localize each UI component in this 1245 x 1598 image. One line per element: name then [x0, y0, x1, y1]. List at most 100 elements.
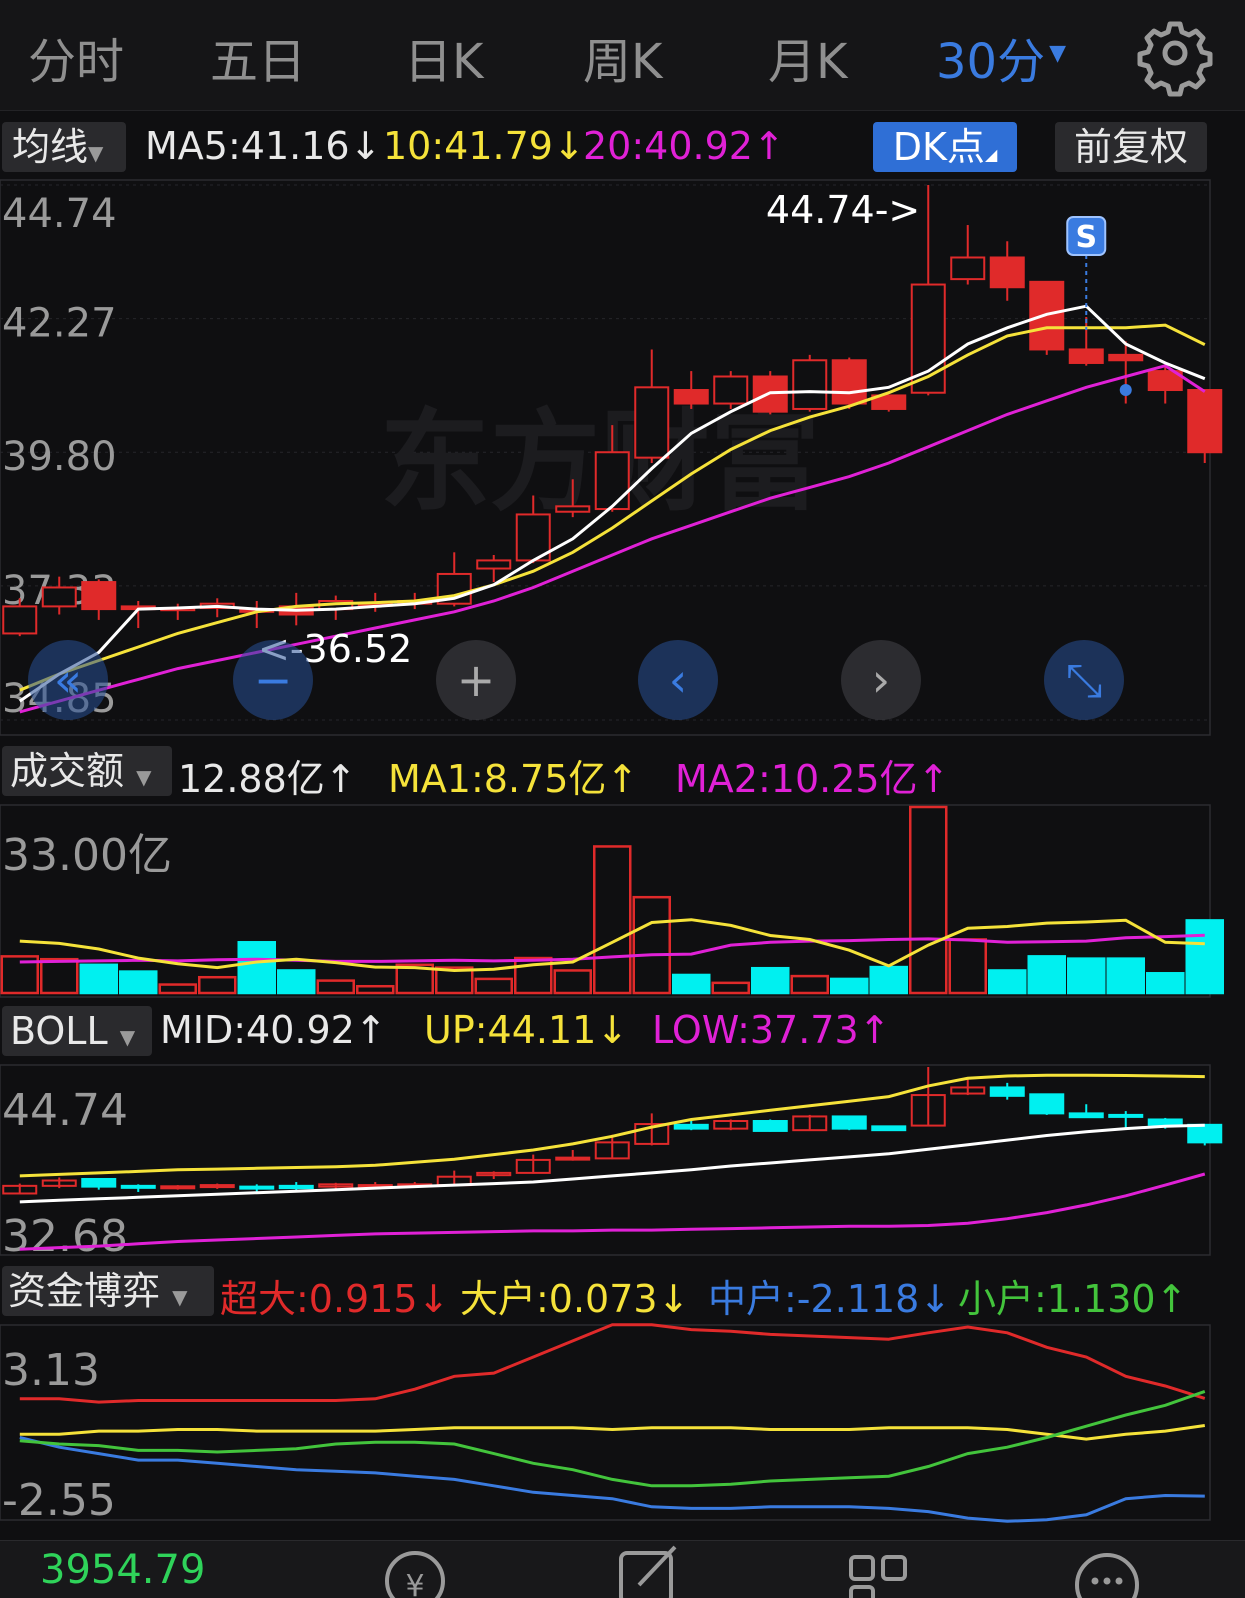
tab-30min[interactable]: 30分 ▼ — [936, 22, 1066, 92]
candle-up — [634, 386, 670, 459]
candle-up — [2, 605, 38, 635]
volume-bar-down — [751, 966, 790, 995]
candle-up — [792, 359, 828, 410]
tab-weekly-k[interactable]: 周K — [583, 22, 662, 92]
ma20-value: 20:40.92↑ — [583, 124, 785, 168]
chevron-down-icon: ▼ — [136, 765, 152, 789]
forward-adjust-button[interactable]: 前复权 — [1055, 122, 1207, 172]
zoom-in-icon: + — [457, 653, 496, 707]
volume-bar-down — [1106, 957, 1145, 995]
tab-daily-k[interactable]: 日K — [404, 22, 483, 92]
y-tick-label: 42.27 — [2, 301, 117, 347]
y-tick-label: 44.74 — [2, 1085, 128, 1136]
boll-candle-down — [871, 1125, 907, 1132]
candle-down — [989, 256, 1025, 289]
boll-candle-down — [120, 1184, 156, 1189]
fullscreen-icon: ⤡ — [1066, 653, 1103, 707]
boll-selector[interactable]: BOLL ▼ — [2, 1006, 152, 1056]
volume-bar-up — [632, 895, 671, 995]
boll-candle-down — [752, 1120, 788, 1132]
mid-holder-value: 中户:-2.118↓ — [708, 1277, 952, 1321]
ma-selector[interactable]: 均线▼ — [2, 122, 126, 172]
volume-bar-up — [158, 983, 197, 995]
y-tick-label: 39.80 — [2, 434, 117, 480]
volume-bar-down — [1027, 955, 1066, 995]
volume-bar-up — [593, 845, 632, 995]
volume-bar-up — [198, 975, 237, 995]
volume-bar-down — [672, 973, 711, 995]
tab-five-day[interactable]: 五日 — [210, 22, 306, 92]
candle-up — [713, 375, 749, 405]
boll-candle-down — [81, 1177, 117, 1188]
volume-bar-down — [237, 941, 276, 995]
panel-border — [0, 1324, 1211, 1521]
dk-point-button[interactable]: DK点◢ — [873, 122, 1017, 172]
y-tick-label: 3.13 — [2, 1345, 100, 1396]
boll-candle-up — [199, 1184, 235, 1189]
chevron-down-icon: ▼ — [172, 1285, 188, 1309]
boll-chart[interactable]: 44.74 32.68 — [0, 1064, 1223, 1262]
zoom-out-icon: − — [254, 653, 293, 707]
signal-dot — [1119, 384, 1132, 396]
boll-up-line — [19, 1073, 1205, 1178]
candle-down — [831, 359, 867, 405]
fund-game-chart[interactable]: 3.13 -2.55 — [0, 1323, 1211, 1526]
ma10-value: 10:41.79↓ — [383, 124, 585, 168]
small-holder-line — [19, 1389, 1206, 1488]
boll-candle-down — [989, 1086, 1025, 1097]
boll-candle-down — [673, 1123, 709, 1130]
boll-candle-down — [1068, 1112, 1104, 1119]
volume-bar-up — [40, 957, 79, 995]
candle-up — [594, 451, 630, 511]
boll-selector-label: BOLL — [10, 1009, 108, 1053]
volume-bar-down — [119, 970, 158, 995]
volume-ma1-value: MA1:8.75亿↑ — [388, 757, 639, 801]
volume-chart[interactable]: 33.00亿 — [0, 804, 1224, 998]
volume-selector[interactable]: 成交额 ▼ — [2, 746, 172, 796]
candlestick-chart[interactable]: 东方财富44.7442.2739.8037.3334.8544.74-><-36… — [0, 179, 1223, 736]
large-holder-line — [19, 1424, 1206, 1441]
boll-low-value: LOW:37.73↑ — [652, 1008, 891, 1052]
volume-indicator-header: 成交额 ▼ 12.88亿↑ MA1:8.75亿↑ MA2:10.25亿↑ — [0, 742, 1245, 801]
trade-icon[interactable]: ¥ — [380, 1541, 450, 1598]
tab-intraday[interactable]: 分时 — [28, 22, 124, 92]
candle-up — [950, 256, 986, 281]
volume-bar-up — [711, 981, 750, 995]
volume-ma2-value: MA2:10.25亿↑ — [675, 757, 950, 801]
candle-up — [476, 559, 512, 570]
chevron-down-icon: ▼ — [88, 141, 104, 165]
y-max-label: 33.00亿 — [2, 830, 172, 881]
y-tick-label: -2.55 — [2, 1475, 116, 1526]
next-icon: › — [872, 653, 890, 707]
panel-border — [0, 1064, 1211, 1256]
candle-down — [81, 581, 117, 611]
boll-candle-down — [1147, 1118, 1183, 1126]
chevron-down-icon: ▼ — [1049, 41, 1067, 66]
index-value[interactable]: 3954.79 — [40, 1547, 205, 1593]
bottom-toolbar: 3954.79 ¥ — [0, 1540, 1245, 1598]
tab-30min-label: 30分 — [936, 34, 1046, 90]
fund-game-selector[interactable]: 资金博弈 ▼ — [2, 1266, 214, 1316]
fund-game-indicator-header: 资金博弈 ▼ 超大:0.915↓ 大户:0.073↓ 中户:-2.118↓ 小户… — [0, 1262, 1245, 1321]
super-large-value: 超大:0.915↓ — [220, 1277, 450, 1321]
apps-grid-icon[interactable] — [845, 1541, 915, 1598]
volume-bar-up — [790, 974, 829, 995]
boll-candle-down — [1108, 1113, 1144, 1118]
period-tab-bar: 分时 五日 日K 周K 月K 30分 ▼ — [0, 0, 1245, 111]
candle-down — [1108, 353, 1144, 362]
volume-ma2-line — [19, 933, 1205, 964]
volume-bar-down — [1185, 919, 1224, 995]
ma5-value: MA5:41.16↓ — [145, 124, 382, 168]
volume-bar-up — [316, 979, 355, 995]
edit-icon[interactable] — [615, 1541, 685, 1598]
gear-icon[interactable] — [1137, 18, 1213, 97]
more-options-icon[interactable] — [1072, 1541, 1142, 1598]
candle-up — [41, 586, 77, 608]
dk-point-label: DK点 — [892, 125, 985, 169]
tab-monthly-k[interactable]: 月K — [768, 22, 847, 92]
boll-candle-down — [1187, 1123, 1223, 1144]
turnover-value: 12.88亿↑ — [178, 757, 357, 801]
volume-bar-up — [948, 938, 987, 995]
boll-candle-down — [831, 1115, 867, 1130]
svg-text:¥: ¥ — [405, 1569, 424, 1598]
